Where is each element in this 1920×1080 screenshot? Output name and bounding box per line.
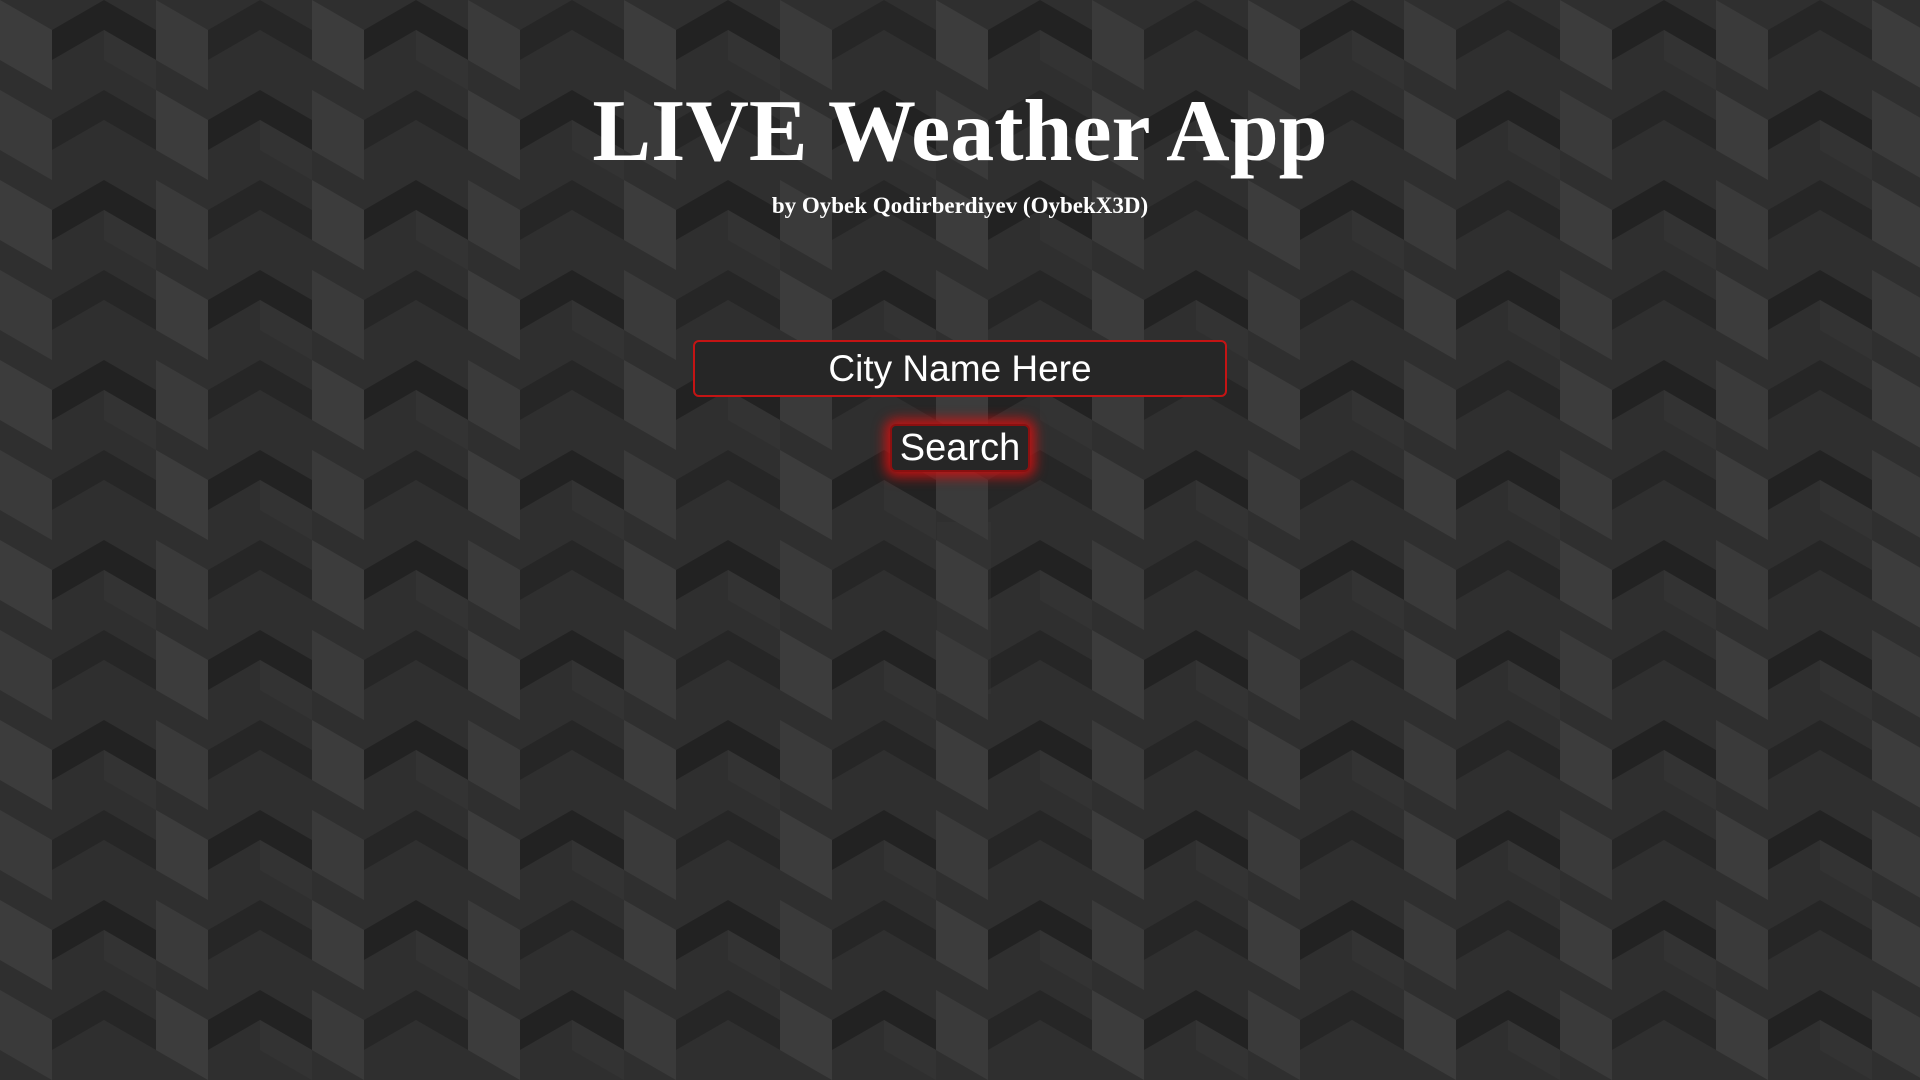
author-subtitle: by Oybek Qodirberdiyev (OybekX3D) (771, 193, 1149, 218)
city-search-input[interactable] (693, 340, 1227, 397)
weather-result-panel (937, 522, 991, 694)
page-title: LIVE Weather App (592, 83, 1328, 180)
search-button[interactable]: Search (890, 424, 1030, 472)
app-container: LIVE Weather App by Oybek Qodirberdiyev … (0, 0, 1920, 1080)
